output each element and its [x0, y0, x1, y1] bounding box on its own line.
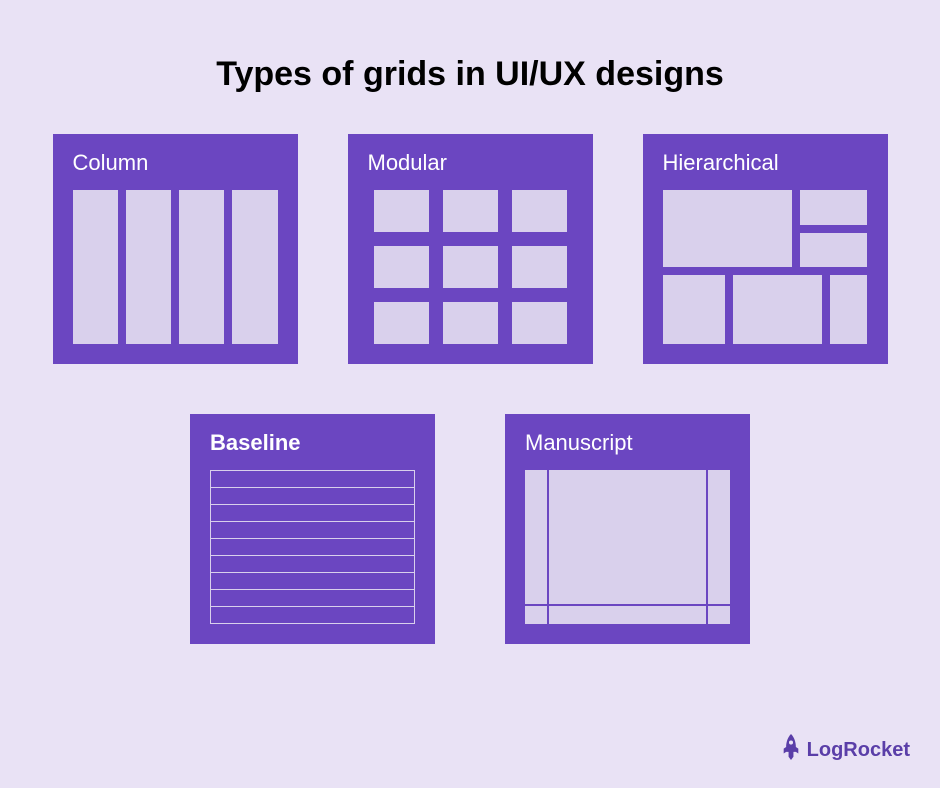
- baseline-row: [211, 488, 414, 505]
- manuscript-margin-left: [547, 470, 549, 624]
- card-modular-label: Modular: [368, 150, 573, 176]
- manuscript-page: [525, 470, 730, 624]
- card-manuscript-label: Manuscript: [525, 430, 730, 456]
- hier-bottom-row: [663, 275, 868, 344]
- module-cell: [443, 190, 498, 232]
- module-cell: [374, 190, 429, 232]
- brand-logo: LogRocket: [781, 734, 910, 766]
- column-bar: [126, 190, 171, 344]
- hier-block: [830, 275, 868, 344]
- module-cell: [443, 246, 498, 288]
- hier-block: [733, 275, 821, 344]
- card-hierarchical-label: Hierarchical: [663, 150, 868, 176]
- baseline-row: [211, 471, 414, 488]
- module-cell: [512, 246, 567, 288]
- module-cell: [443, 302, 498, 344]
- manuscript-grid-illustration: [525, 470, 730, 624]
- card-column-label: Column: [73, 150, 278, 176]
- baseline-row: [211, 573, 414, 590]
- card-baseline: Baseline: [190, 414, 435, 644]
- baseline-row: [211, 607, 414, 623]
- hier-block: [663, 275, 726, 344]
- modular-grid-illustration: [368, 190, 573, 344]
- column-grid-illustration: [73, 190, 278, 344]
- hier-block: [663, 190, 792, 267]
- baseline-grid-illustration: [210, 470, 415, 624]
- column-bar: [73, 190, 118, 344]
- column-bar: [232, 190, 277, 344]
- card-modular: Modular: [348, 134, 593, 364]
- card-hierarchical: Hierarchical: [643, 134, 888, 364]
- baseline-row: [211, 590, 414, 607]
- module-cell: [512, 302, 567, 344]
- card-column: Column: [53, 134, 298, 364]
- page-title: Types of grids in UI/UX designs: [0, 0, 940, 134]
- baseline-lines: [210, 470, 415, 624]
- hierarchical-grid-illustration: [663, 190, 868, 344]
- rocket-icon: [781, 734, 801, 766]
- hier-block: [800, 190, 868, 225]
- card-baseline-label: Baseline: [210, 430, 415, 456]
- module-cell: [512, 190, 567, 232]
- card-manuscript: Manuscript: [505, 414, 750, 644]
- module-cell: [374, 246, 429, 288]
- baseline-row: [211, 539, 414, 556]
- baseline-row: [211, 522, 414, 539]
- manuscript-margin-bottom: [525, 604, 730, 606]
- row-bottom: Baseline Manuscript: [0, 414, 940, 644]
- column-bar: [179, 190, 224, 344]
- baseline-row: [211, 556, 414, 573]
- row-top: Column Modular Hierarchical: [0, 134, 940, 364]
- brand-name: LogRocket: [807, 739, 910, 762]
- module-cell: [374, 302, 429, 344]
- hier-block: [800, 233, 868, 268]
- baseline-row: [211, 505, 414, 522]
- manuscript-margin-right: [706, 470, 708, 624]
